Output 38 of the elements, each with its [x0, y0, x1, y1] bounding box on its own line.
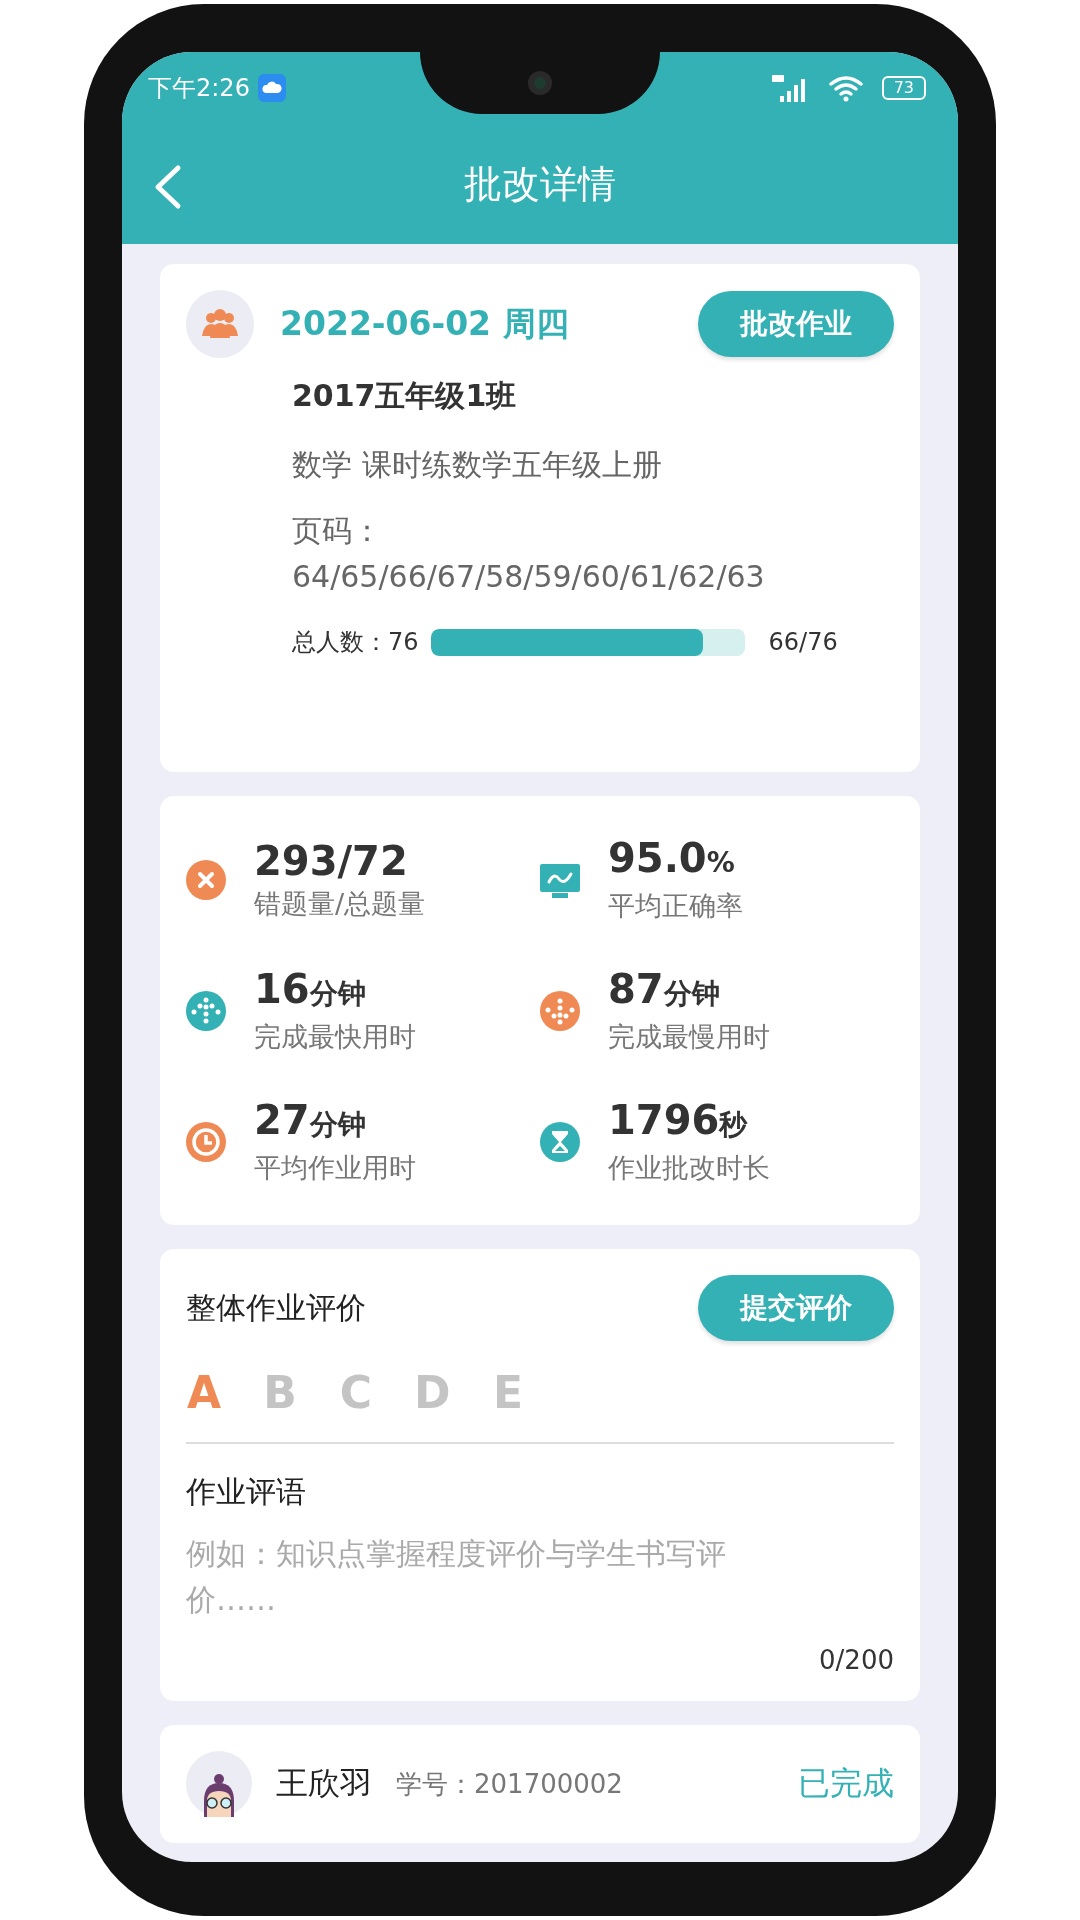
- assignment-date: 2022-06-02 周四: [280, 302, 570, 345]
- page-numbers: 页码：64/65/66/67/58/59/60/61/62/63: [292, 512, 766, 596]
- camera-icon: [527, 70, 553, 96]
- stat-label: 作业批改时长: [608, 1151, 770, 1185]
- stat-value: 16分钟: [254, 965, 367, 1014]
- stat-value: 95.0%: [608, 834, 736, 883]
- cloud-icon: [257, 74, 286, 102]
- completion-status: 已完成: [798, 1763, 894, 1804]
- stat-value: 27分钟: [254, 1096, 367, 1145]
- stat-label: 完成最慢用时: [608, 1020, 770, 1054]
- stat-label: 错题量/总题量: [254, 886, 426, 921]
- grade-option[interactable]: C: [338, 1367, 374, 1418]
- grade-option[interactable]: E: [490, 1367, 526, 1418]
- total-students: 总人数：76: [292, 627, 419, 658]
- student-card[interactable]: 王欣羽 学号：201700002 已完成: [160, 1725, 920, 1843]
- character-count: 0/200: [818, 1645, 894, 1675]
- student-number: 学号：201700002: [396, 1767, 624, 1801]
- subject-text: 数学 课时练数学五年级上册: [292, 446, 663, 484]
- grade-option[interactable]: A: [186, 1367, 222, 1418]
- section-title: 整体作业评价: [186, 1288, 366, 1327]
- grade-option[interactable]: B: [262, 1367, 298, 1418]
- student-name: 王欣羽: [276, 1763, 372, 1804]
- class-name: 2017五年级1班: [292, 377, 518, 415]
- wifi-icon: [827, 74, 864, 102]
- stat-value: 87分钟: [608, 965, 721, 1014]
- submit-evaluation-button[interactable]: 提交评价: [698, 1275, 894, 1341]
- stat-label: 平均正确率: [608, 889, 743, 923]
- section-title: 作业评语: [186, 1473, 307, 1511]
- grade-option[interactable]: D: [414, 1367, 450, 1418]
- stat-value: 1796秒: [608, 1096, 749, 1145]
- battery-level: 73: [881, 76, 926, 100]
- page-title: 批改详情: [464, 160, 616, 208]
- stat-label: 平均作业用时: [254, 1151, 416, 1185]
- status-time: 下午2:26: [148, 73, 250, 104]
- grade-homework-button[interactable]: 批改作业: [698, 291, 894, 357]
- stat-label: 完成最快用时: [254, 1020, 416, 1054]
- stat-value: 293/72: [254, 836, 409, 885]
- progress-count: 66/76: [768, 628, 838, 656]
